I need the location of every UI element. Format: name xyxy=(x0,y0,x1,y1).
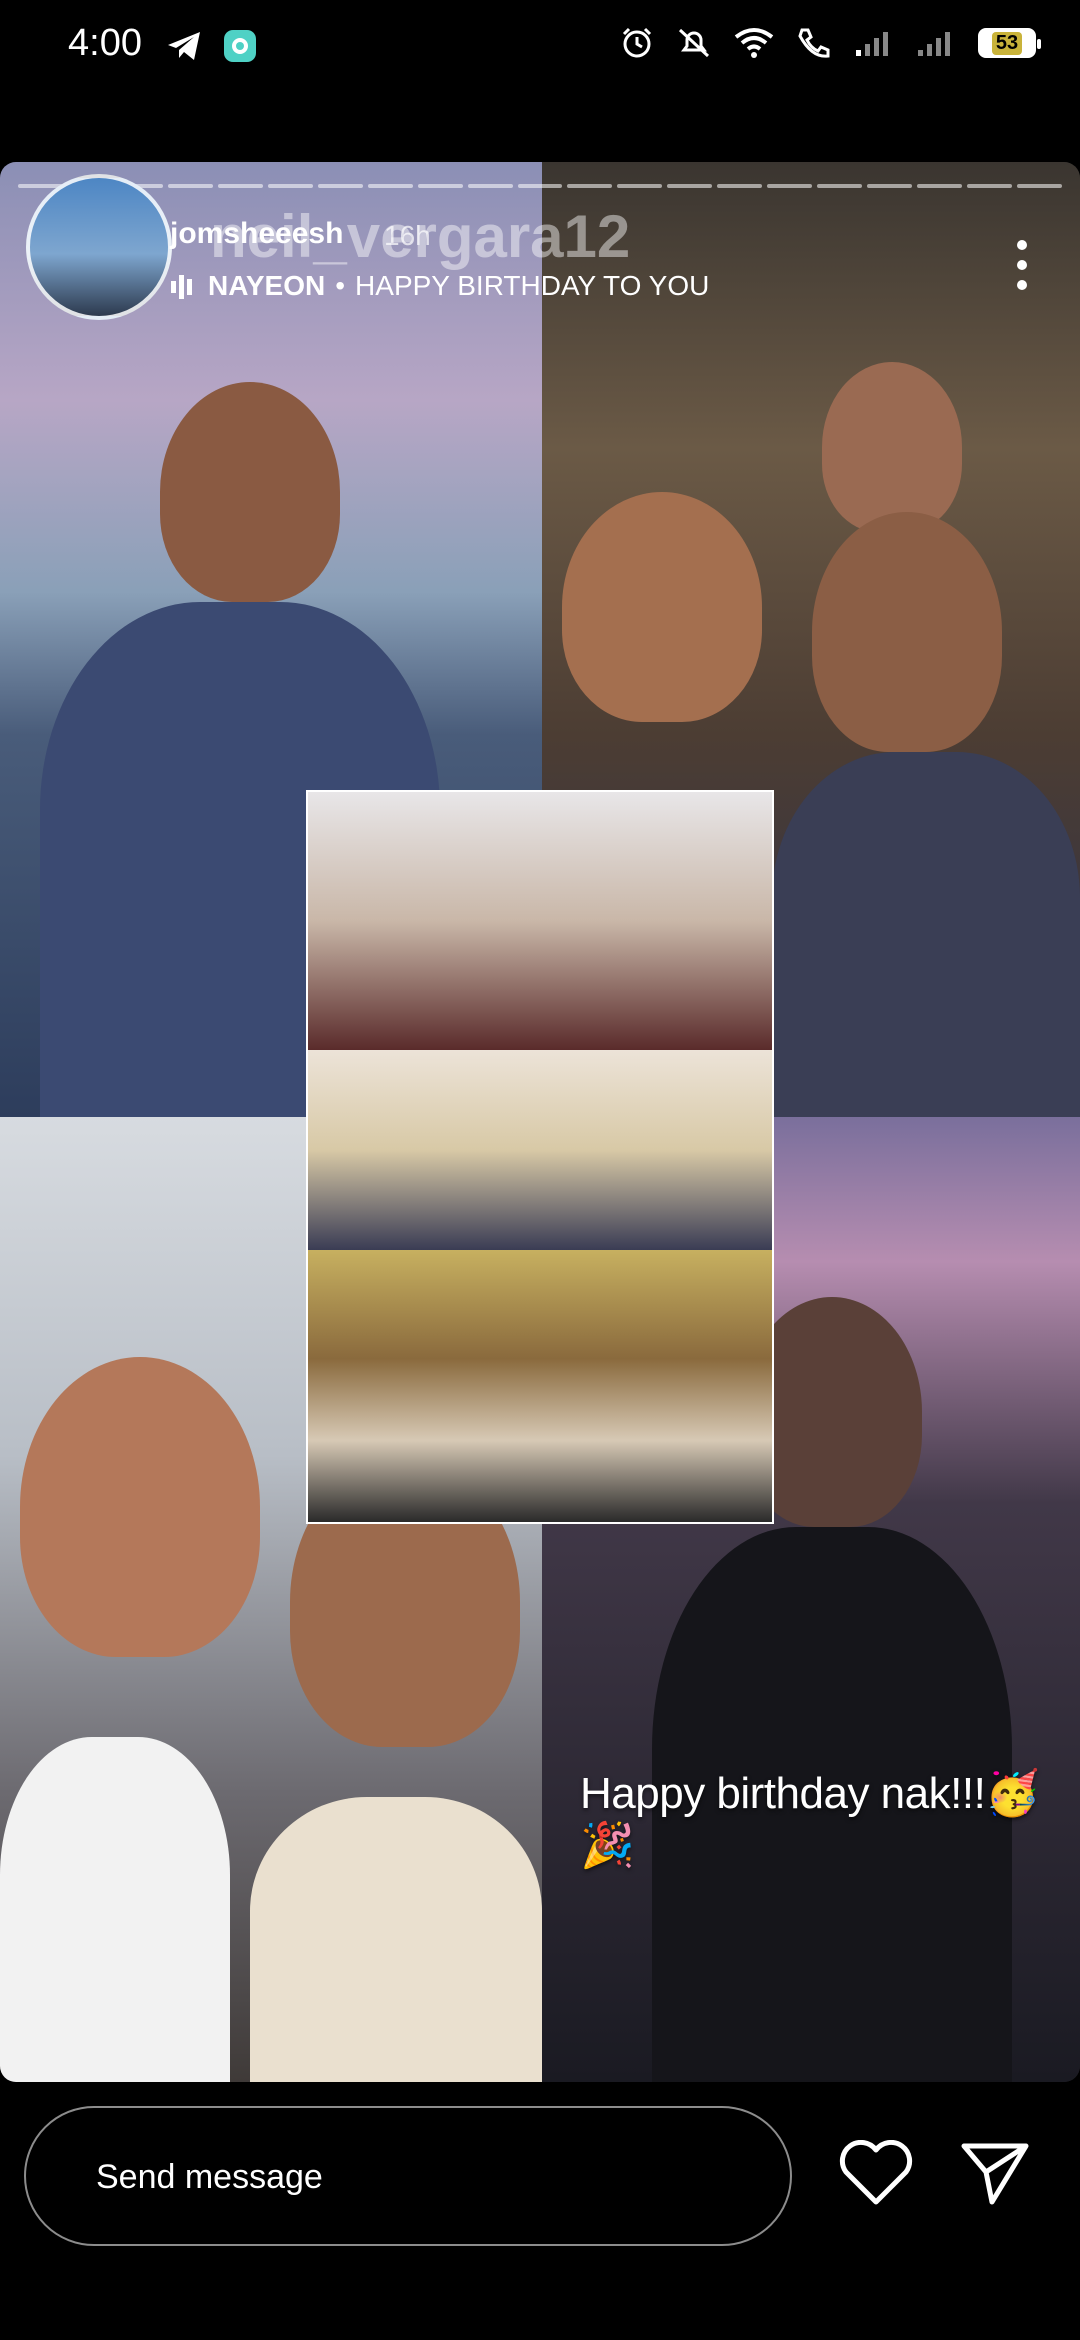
progress-segment xyxy=(317,184,363,188)
heart-icon[interactable] xyxy=(838,2140,914,2206)
story-caption: Happy birthday nak!!!🥳🎉 xyxy=(580,1769,1040,1870)
photo-person xyxy=(160,382,340,602)
app-icon xyxy=(224,30,256,62)
progress-segment xyxy=(867,184,913,188)
audio-bars-icon xyxy=(171,275,192,299)
progress-segment xyxy=(767,184,813,188)
status-time: 4:00 xyxy=(68,22,142,64)
music-artist: NAYEON xyxy=(208,270,326,301)
progress-segment xyxy=(267,184,313,188)
progress-segment xyxy=(617,184,663,188)
mute-icon xyxy=(678,28,710,58)
signal-icon xyxy=(856,32,888,56)
battery-level: 53 xyxy=(991,31,1023,55)
progress-segment xyxy=(467,184,513,188)
progress-segment xyxy=(517,184,563,188)
more-options-icon[interactable] xyxy=(1016,240,1028,290)
story-time-ago: 16h xyxy=(384,220,431,251)
collage-photo-1 xyxy=(308,792,772,1050)
collage-photo-3 xyxy=(308,1250,772,1522)
call-icon xyxy=(798,28,830,58)
wifi-icon xyxy=(734,28,774,58)
music-sticker[interactable]: NAYEON • HAPPY BIRTHDAY TO YOU xyxy=(170,270,709,302)
music-title: HAPPY BIRTHDAY TO YOU xyxy=(355,270,710,301)
progress-segment xyxy=(917,184,963,188)
telegram-icon xyxy=(168,32,200,60)
story-username[interactable]: jomsheeesh xyxy=(170,217,343,251)
photo-collage-center xyxy=(308,792,772,1522)
status-left-icons xyxy=(166,28,258,64)
send-message-input[interactable]: Send message xyxy=(24,2106,792,2246)
photo-person xyxy=(20,1357,260,1657)
status-right-icons: 53 xyxy=(620,26,1041,60)
music-separator: • xyxy=(335,270,346,301)
alarm-icon xyxy=(622,27,652,58)
progress-segment xyxy=(1017,184,1063,188)
progress-segment xyxy=(817,184,863,188)
reply-bar: Send message xyxy=(0,2100,1080,2340)
photo-person xyxy=(822,362,962,532)
story-progress-bar xyxy=(18,184,1063,188)
status-bar: 4:00 53 xyxy=(0,0,1080,96)
photo-person-body xyxy=(772,752,1080,1117)
progress-segment xyxy=(667,184,713,188)
progress-segment xyxy=(967,184,1013,188)
collage-photo-2 xyxy=(308,1050,772,1250)
progress-segment xyxy=(417,184,463,188)
progress-segment xyxy=(567,184,613,188)
send-message-placeholder: Send message xyxy=(96,2158,323,2196)
progress-segment xyxy=(167,184,213,188)
progress-segment xyxy=(717,184,763,188)
photo-person xyxy=(562,492,762,722)
story-viewer[interactable]: neil_vergara12 jomsheeesh 16h NAYEON • H… xyxy=(0,162,1080,2082)
send-icon[interactable] xyxy=(960,2140,1030,2206)
progress-segment xyxy=(367,184,413,188)
progress-segment xyxy=(217,184,263,188)
avatar[interactable] xyxy=(26,174,172,320)
battery-indicator: 53 xyxy=(978,28,1041,58)
photo-person-body xyxy=(0,1737,230,2082)
signal-icon xyxy=(918,32,950,56)
photo-person-body xyxy=(250,1797,542,2082)
photo-person xyxy=(812,512,1002,752)
